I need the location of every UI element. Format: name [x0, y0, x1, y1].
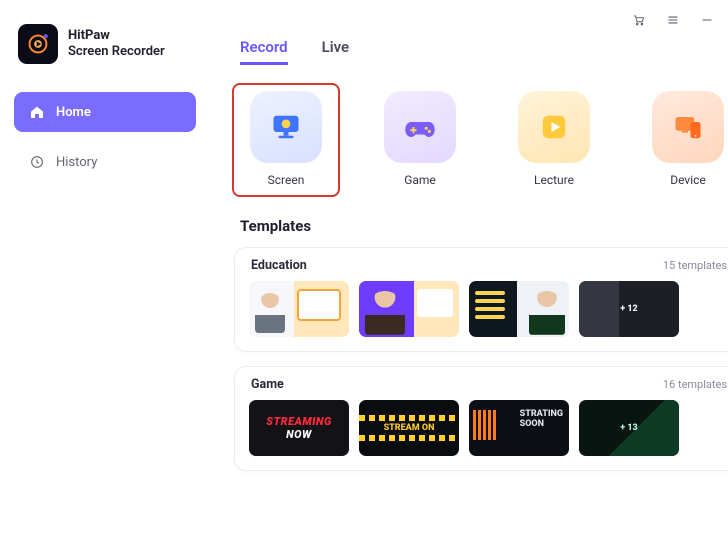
template-row: + 12: [249, 281, 728, 337]
thumb-text: NOW: [286, 428, 312, 441]
template-more-card[interactable]: + 12: [579, 281, 679, 337]
content-area: Record Live Screen Game Lecture: [210, 0, 728, 546]
gamepad-icon: [384, 91, 456, 163]
template-card[interactable]: STRATINGSOON: [469, 400, 569, 456]
sidebar-item-label: History: [56, 155, 97, 170]
sidebar-item-label: Home: [56, 105, 91, 120]
template-card[interactable]: [249, 281, 349, 337]
sidebar-nav: Home History: [14, 92, 196, 182]
record-tiles: Screen Game Lecture Device: [216, 65, 728, 209]
tile-label: Screen: [268, 173, 305, 187]
template-group-count: 15 templates: [663, 259, 727, 272]
template-group-header: Education 15 templates: [249, 258, 728, 273]
template-card[interactable]: [469, 281, 569, 337]
template-card[interactable]: STREAMINGNOW: [249, 400, 349, 456]
titlebar: [216, 0, 728, 40]
menu-icon[interactable]: [664, 11, 682, 29]
templates-heading: Templates: [216, 217, 728, 235]
sidebar: HitPaw Screen Recorder Home History: [0, 0, 210, 546]
template-group-name: Education: [251, 258, 307, 273]
tile-label: Device: [670, 173, 706, 187]
thumb-text: STREAM ON: [384, 423, 435, 433]
brand-title: HitPaw Screen Recorder: [68, 28, 165, 59]
sidebar-item-home[interactable]: Home: [14, 92, 196, 132]
tile-screen[interactable]: Screen: [234, 85, 338, 195]
template-row: STREAMINGNOW STREAM ON STRATINGSOON + 13: [249, 400, 728, 456]
tile-game[interactable]: Game: [368, 85, 472, 195]
tab-live[interactable]: Live: [322, 38, 350, 65]
home-icon: [28, 103, 46, 121]
template-card[interactable]: STREAM ON: [359, 400, 459, 456]
template-more-label: + 12: [620, 304, 637, 314]
sidebar-item-history[interactable]: History: [14, 142, 196, 182]
template-group-game: Game 16 templates STREAMINGNOW STREAM ON…: [234, 366, 728, 471]
template-more-label: + 13: [620, 423, 637, 433]
brand-logo-icon: [18, 24, 58, 64]
tile-device[interactable]: Device: [636, 85, 728, 195]
tile-label: Lecture: [534, 173, 574, 187]
thumb-text: SOON: [520, 419, 544, 429]
brand: HitPaw Screen Recorder: [18, 24, 192, 64]
app-root: HitPaw Screen Recorder Home History: [0, 0, 728, 546]
thumb-text: STRATING: [520, 409, 563, 419]
template-card[interactable]: [359, 281, 459, 337]
template-group-header: Game 16 templates: [249, 377, 728, 392]
brand-line1: HitPaw: [68, 28, 165, 44]
tab-record[interactable]: Record: [240, 38, 288, 65]
tile-label: Game: [404, 173, 436, 187]
clock-icon: [28, 153, 46, 171]
template-group-education: Education 15 templates + 12: [234, 247, 728, 352]
devices-icon: [652, 91, 724, 163]
tile-lecture[interactable]: Lecture: [502, 85, 606, 195]
template-group-count: 16 templates: [663, 378, 727, 391]
brand-line2: Screen Recorder: [68, 44, 165, 60]
tabs: Record Live: [216, 38, 728, 65]
play-square-icon: [518, 91, 590, 163]
thumb-text: STREAMING: [266, 415, 331, 428]
minimize-button[interactable]: [698, 11, 716, 29]
cart-icon[interactable]: [630, 11, 648, 29]
template-more-card[interactable]: + 13: [579, 400, 679, 456]
monitor-icon: [250, 91, 322, 163]
template-group-name: Game: [251, 377, 284, 392]
